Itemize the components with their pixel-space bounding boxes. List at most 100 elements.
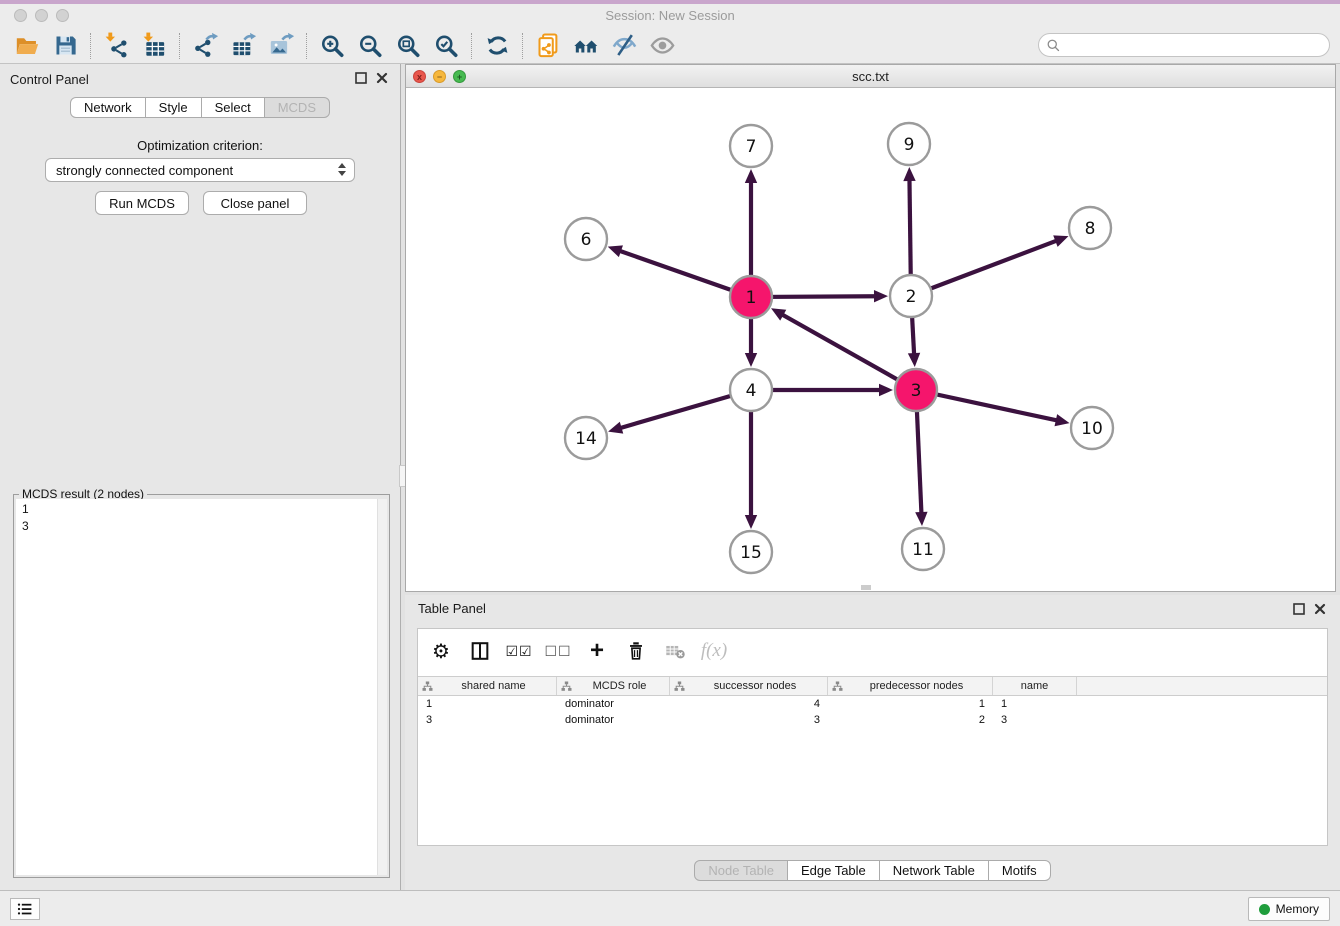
close-panel-icon[interactable] bbox=[376, 72, 388, 84]
column-header-successor-nodes[interactable]: successor nodes bbox=[670, 677, 828, 695]
search-input[interactable] bbox=[1061, 35, 1329, 55]
close-table-panel-icon[interactable] bbox=[1314, 603, 1326, 615]
tab-motifs[interactable]: Motifs bbox=[988, 860, 1051, 881]
import-table-button[interactable] bbox=[135, 30, 173, 62]
table-cell[interactable]: dominator bbox=[557, 712, 670, 728]
tab-network[interactable]: Network bbox=[70, 97, 146, 118]
export-network-button[interactable] bbox=[186, 30, 224, 62]
graph-node-11[interactable]: 11 bbox=[902, 528, 944, 570]
result-scrollbar[interactable] bbox=[377, 499, 387, 875]
graph-node-1[interactable]: 1 bbox=[730, 276, 772, 318]
search-field[interactable] bbox=[1038, 33, 1330, 57]
export-table-button[interactable] bbox=[224, 30, 262, 62]
criterion-dropdown[interactable]: strongly connected component bbox=[45, 158, 355, 182]
network-scrollbar-nub[interactable] bbox=[861, 585, 871, 590]
add-column-icon[interactable]: + bbox=[584, 638, 610, 664]
memory-label: Memory bbox=[1276, 902, 1319, 916]
edge-3-1[interactable] bbox=[771, 308, 916, 390]
table-card: ⚙ ☑☑ ☐☐ + f(x) shared nameMCDS rolesucc bbox=[417, 628, 1328, 846]
open-session-button[interactable] bbox=[8, 30, 46, 62]
tab-style[interactable]: Style bbox=[145, 97, 202, 118]
show-all-button[interactable] bbox=[643, 30, 681, 62]
first-neighbors-button[interactable] bbox=[567, 30, 605, 62]
float-table-panel-icon[interactable] bbox=[1293, 603, 1305, 615]
graph-node-8[interactable]: 8 bbox=[1069, 207, 1111, 249]
table-cell[interactable]: 3 bbox=[418, 712, 557, 728]
column-header-name[interactable]: name bbox=[993, 677, 1077, 695]
column-header-predecessor-nodes[interactable]: predecessor nodes bbox=[828, 677, 993, 695]
table-cell[interactable]: 4 bbox=[670, 696, 828, 712]
toggle-columns-icon[interactable] bbox=[467, 638, 493, 664]
table-cell[interactable]: 3 bbox=[993, 712, 1077, 728]
table-cell[interactable]: 3 bbox=[670, 712, 828, 728]
save-session-button[interactable] bbox=[46, 30, 84, 62]
tab-edge-table[interactable]: Edge Table bbox=[787, 860, 880, 881]
graph-node-2[interactable]: 2 bbox=[890, 275, 932, 317]
tab-mcds[interactable]: MCDS bbox=[264, 97, 330, 118]
column-header-MCDS-role[interactable]: MCDS role bbox=[557, 677, 670, 695]
edge-2-8[interactable] bbox=[911, 235, 1068, 296]
edge-3-10[interactable] bbox=[916, 390, 1070, 426]
tab-select[interactable]: Select bbox=[201, 97, 265, 118]
table-tabs: Node TableEdge TableNetwork TableMotifs bbox=[405, 860, 1340, 881]
graph-node-7[interactable]: 7 bbox=[730, 125, 772, 167]
main-toolbar bbox=[0, 28, 1340, 64]
edge-4-14[interactable] bbox=[608, 390, 751, 434]
edge-1-6[interactable] bbox=[608, 245, 751, 297]
table-cell[interactable]: 1 bbox=[418, 696, 557, 712]
table-header-row: shared nameMCDS rolesuccessor nodesprede… bbox=[418, 676, 1327, 696]
tab-network-table[interactable]: Network Table bbox=[879, 860, 989, 881]
memory-button[interactable]: Memory bbox=[1248, 897, 1330, 921]
import-network-button[interactable] bbox=[97, 30, 135, 62]
graph-node-9[interactable]: 9 bbox=[888, 123, 930, 165]
apply-preferred-layout-button[interactable] bbox=[478, 30, 516, 62]
task-history-button[interactable] bbox=[10, 898, 40, 920]
delete-column-trash-icon[interactable] bbox=[623, 638, 649, 664]
graph-node-6[interactable]: 6 bbox=[565, 218, 607, 260]
window-title: Session: New Session bbox=[0, 8, 1340, 23]
control-panel-tabs: NetworkStyleSelectMCDS bbox=[0, 97, 400, 118]
tab-node-table[interactable]: Node Table bbox=[694, 860, 788, 881]
clone-network-button[interactable] bbox=[529, 30, 567, 62]
table-settings-gear-icon[interactable]: ⚙ bbox=[428, 638, 454, 664]
graph-node-3[interactable]: 3 bbox=[895, 369, 937, 411]
table-panel: Table Panel ⚙ ☑☑ ☐☐ + f(x) bbox=[405, 595, 1340, 890]
column-header-shared-name[interactable]: shared name bbox=[418, 677, 557, 695]
close-panel-button[interactable]: Close panel bbox=[203, 191, 307, 215]
graph-node-15[interactable]: 15 bbox=[730, 531, 772, 573]
network-window-titlebar[interactable]: x − + scc.txt bbox=[406, 65, 1335, 88]
zoom-fit-button[interactable] bbox=[389, 30, 427, 62]
toolbar-separator bbox=[471, 33, 472, 59]
hide-selected-button[interactable] bbox=[605, 30, 643, 62]
status-bar: Memory bbox=[0, 890, 1340, 926]
table-cell[interactable]: 1 bbox=[828, 696, 993, 712]
table-cell[interactable]: 1 bbox=[993, 696, 1077, 712]
attribute-tree-icon bbox=[674, 681, 685, 692]
table-cell[interactable]: dominator bbox=[557, 696, 670, 712]
network-graph[interactable]: 7 9 6 8 1 2 4 3 14 10 15 11 bbox=[406, 88, 1335, 591]
zoom-in-button[interactable] bbox=[313, 30, 351, 62]
zoom-selected-button[interactable] bbox=[427, 30, 465, 62]
titlebar: Session: New Session bbox=[0, 4, 1340, 28]
node-label: 15 bbox=[740, 543, 762, 563]
export-image-button[interactable] bbox=[262, 30, 300, 62]
mcds-result-text[interactable]: 13 bbox=[16, 499, 387, 875]
table-cell[interactable]: 2 bbox=[828, 712, 993, 728]
graph-node-14[interactable]: 14 bbox=[565, 417, 607, 459]
toolbar-separator bbox=[306, 33, 307, 59]
control-panel-title: Control Panel bbox=[10, 72, 89, 87]
float-panel-icon[interactable] bbox=[355, 72, 367, 84]
table-row[interactable]: 1dominator411 bbox=[418, 696, 1327, 712]
select-all-rows-icon[interactable]: ☑☑ bbox=[506, 638, 532, 664]
graph-node-10[interactable]: 10 bbox=[1071, 407, 1113, 449]
toolbar-separator bbox=[522, 33, 523, 59]
function-builder-icon: f(x) bbox=[701, 638, 727, 664]
node-table: shared nameMCDS rolesuccessor nodesprede… bbox=[418, 676, 1327, 728]
run-mcds-button[interactable]: Run MCDS bbox=[95, 191, 189, 215]
graph-node-4[interactable]: 4 bbox=[730, 369, 772, 411]
zoom-out-button[interactable] bbox=[351, 30, 389, 62]
clear-selection-icon[interactable]: ☐☐ bbox=[545, 638, 571, 664]
table-row[interactable]: 3dominator323 bbox=[418, 712, 1327, 728]
network-canvas[interactable]: 7 9 6 8 1 2 4 3 14 10 15 11 bbox=[406, 88, 1335, 591]
node-label: 14 bbox=[575, 429, 597, 449]
